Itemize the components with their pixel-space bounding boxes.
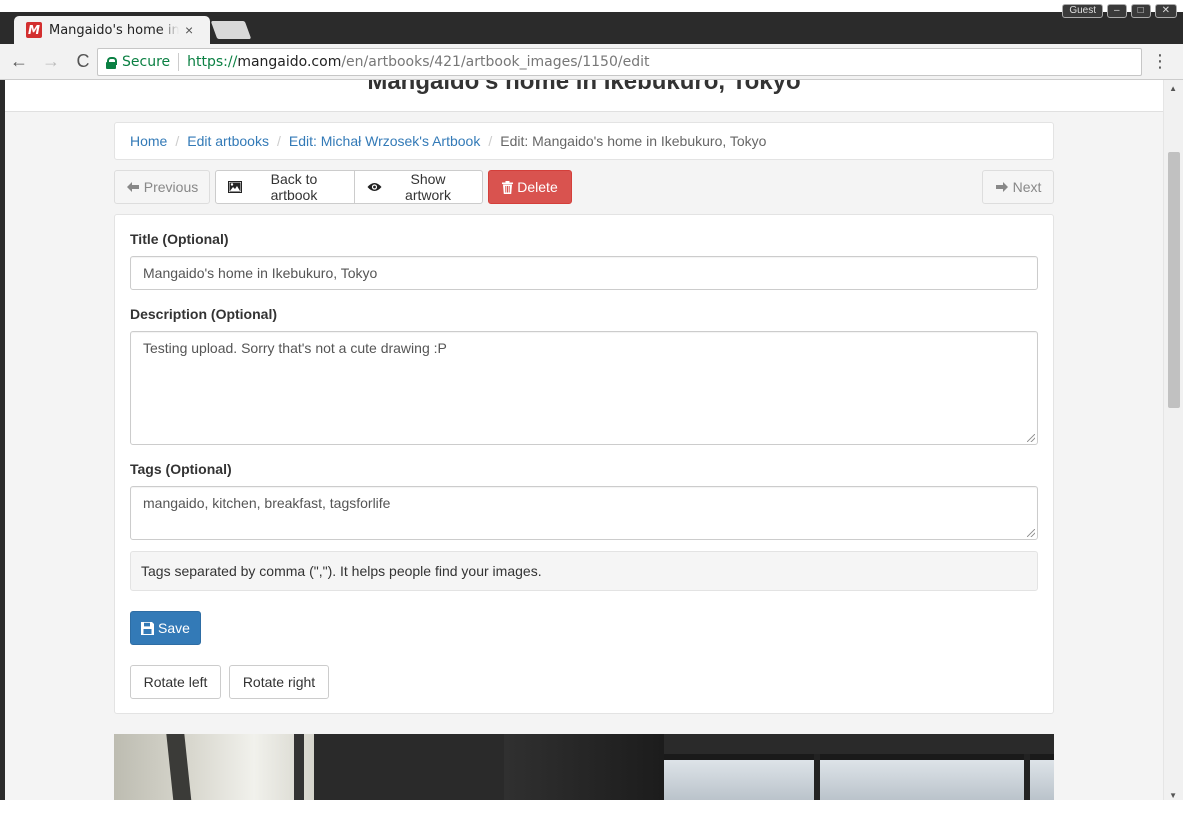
rotate-right-button[interactable]: Rotate right [229, 665, 329, 699]
breadcrumb-current: Edit: Mangaido's home in Ikebukuro, Toky… [500, 133, 767, 149]
favicon-icon: M [26, 22, 42, 38]
page-header: Mangaido's home in Ikebukuro, Tokyo [5, 80, 1163, 112]
image-window-region [664, 754, 1054, 800]
breadcrumb-separator: / [276, 133, 281, 149]
browser-tab[interactable]: M Mangaido's home in Ikebukuro, Tokyo × [14, 16, 210, 44]
breadcrumb: Home / Edit artbooks / Edit: Michał Wrzo… [114, 122, 1054, 160]
tags-label: Tags (Optional) [130, 461, 232, 477]
back-arrow-icon[interactable]: ← [6, 49, 32, 75]
maximize-icon[interactable]: □ [1130, 4, 1151, 18]
breadcrumb-separator: / [175, 133, 180, 149]
image-wall-region [114, 734, 314, 800]
guest-profile-button[interactable]: Guest [1062, 4, 1103, 18]
forward-arrow-icon[interactable]: → [38, 49, 64, 75]
tags-textarea[interactable]: mangaido, kitchen, breakfast, tagsforlif… [130, 486, 1038, 540]
title-label: Title (Optional) [130, 231, 229, 247]
breadcrumb-home[interactable]: Home [130, 133, 167, 149]
page-title: Mangaido's home in Ikebukuro, Tokyo [367, 80, 801, 95]
description-textarea[interactable]: Testing upload. Sorry that's not a cute … [130, 331, 1038, 445]
url-scheme: https:// [187, 54, 238, 70]
description-label: Description (Optional) [130, 306, 277, 322]
tags-text: mangaido, kitchen, breakfast, tagsforlif… [143, 495, 391, 511]
delete-button[interactable]: Delete [488, 170, 572, 204]
show-artwork-label: Show artwork [405, 171, 451, 203]
image-pillar-region [504, 734, 664, 800]
minimize-icon[interactable]: – [1107, 4, 1127, 18]
close-window-icon[interactable]: ✕ [1154, 4, 1177, 18]
close-tab-icon[interactable]: × [185, 22, 193, 38]
breadcrumb-edit-artbooks[interactable]: Edit artbooks [187, 133, 269, 149]
url-host: mangaido.com [237, 54, 342, 70]
window-bottom-edge [0, 800, 1183, 813]
window-left-edge [0, 80, 5, 800]
description-text: Testing upload. Sorry that's not a cute … [143, 340, 447, 356]
titlebar-top-strip [0, 0, 1183, 12]
back-to-artbook-button[interactable]: Back to artbook [215, 170, 355, 204]
address-bar[interactable]: Secure https://mangaido.com/en/artbooks/… [97, 48, 1142, 76]
breadcrumb-separator: / [488, 133, 493, 149]
image-window-frame [1024, 754, 1030, 800]
new-tab-button[interactable] [210, 21, 252, 39]
back-to-artbook-label: Back to artbook [270, 171, 318, 203]
reload-icon[interactable]: C [70, 49, 96, 75]
browser-toolbar: ← → C Secure https://mangaido.com/en/art… [0, 44, 1183, 80]
window-controls: Guest – □ ✕ [1062, 4, 1177, 18]
floppy-disk-icon [141, 621, 155, 635]
tab-title: Mangaido's home in Ikebukuro, Tokyo [49, 22, 179, 38]
tags-help-text: Tags separated by comma (","). It helps … [130, 551, 1038, 591]
next-button[interactable]: Next [982, 170, 1054, 204]
edit-form-panel: Title (Optional) Mangaido's home in Ikeb… [114, 214, 1054, 714]
secure-label: Secure [122, 54, 171, 70]
show-artwork-button[interactable]: Show artwork [354, 170, 483, 204]
page-viewport: Mangaido's home in Ikebukuro, Tokyo Home… [0, 80, 1183, 800]
artbook-button-group: Back to artbook Show artwork [215, 170, 483, 204]
browser-titlebar: M Mangaido's home in Ikebukuro, Tokyo × … [0, 0, 1183, 44]
resize-handle-icon[interactable] [1027, 434, 1035, 442]
previous-label: Previous [143, 179, 199, 195]
arrow-right-icon [995, 181, 1009, 193]
delete-label: Delete [517, 179, 558, 195]
scroll-down-arrow-icon[interactable]: ▼ [1169, 791, 1177, 800]
next-label: Next [1012, 179, 1042, 195]
arrow-left-icon [126, 181, 140, 193]
address-divider [178, 53, 180, 71]
scrollbar-thumb[interactable] [1168, 152, 1180, 408]
image-bar-region [294, 734, 304, 800]
picture-icon [228, 181, 242, 193]
lock-icon [106, 56, 117, 69]
save-button[interactable]: Save [130, 611, 201, 645]
eye-icon [367, 182, 382, 192]
page-scrollbar[interactable]: ▲ ▼ [1163, 80, 1183, 800]
previous-button[interactable]: Previous [114, 170, 210, 204]
image-window-frame [814, 754, 820, 800]
browser-menu-icon[interactable]: ⋮ [1151, 52, 1169, 70]
breadcrumb-artbook[interactable]: Edit: Michał Wrzosek's Artbook [289, 133, 480, 149]
action-toolbar: Previous Back to artbook Show artwork De… [114, 170, 1054, 204]
artwork-image-preview [114, 734, 1054, 800]
save-label: Save [158, 620, 190, 636]
resize-handle-icon[interactable] [1027, 529, 1035, 537]
scroll-up-arrow-icon[interactable]: ▲ [1169, 84, 1177, 93]
title-input[interactable]: Mangaido's home in Ikebukuro, Tokyo [130, 256, 1038, 290]
trash-icon [502, 180, 514, 194]
url-path: /en/artbooks/421/artbook_images/1150/edi… [341, 54, 650, 70]
rotate-left-button[interactable]: Rotate left [130, 665, 221, 699]
